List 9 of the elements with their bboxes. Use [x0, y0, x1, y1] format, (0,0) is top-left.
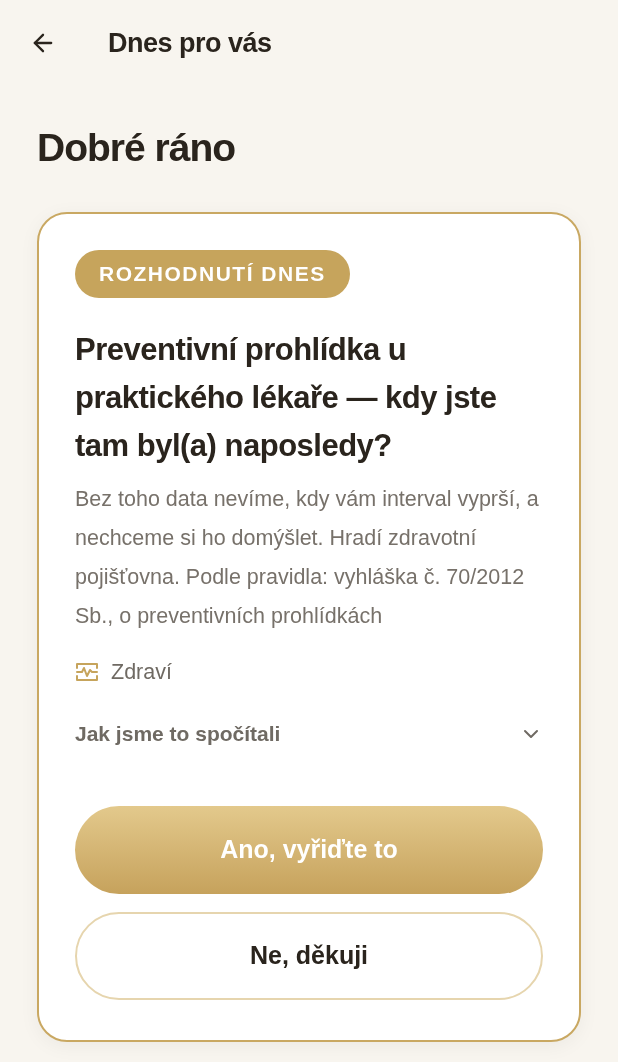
decision-badge: ROZHODNUTÍ DNES: [75, 250, 350, 298]
card-title: Preventivní prohlídka u praktického lékaře — kdy jste tam byl(a) naposledy?: [75, 331, 498, 465]
category-label: Zdraví: [111, 659, 172, 686]
page-title: Dnes pro vás: [108, 26, 272, 60]
health-pulse-icon: [75, 662, 99, 683]
card-description: Bez toho data nevíme, kdy vám interval vyprší, a nechceme si ho domýšlet. Hradí zdravotní pojišťovna. Podle pravidla: vyhláška č. 70/2012 Sb., o preventivních prohlídkách: [75, 486, 540, 630]
decline-button[interactable]: Ne, děkuji: [75, 911, 543, 1000]
calculation-expander[interactable]: Jak jsme to spočítali: [75, 718, 543, 750]
greeting-heading: Dobré ráno: [37, 125, 237, 171]
